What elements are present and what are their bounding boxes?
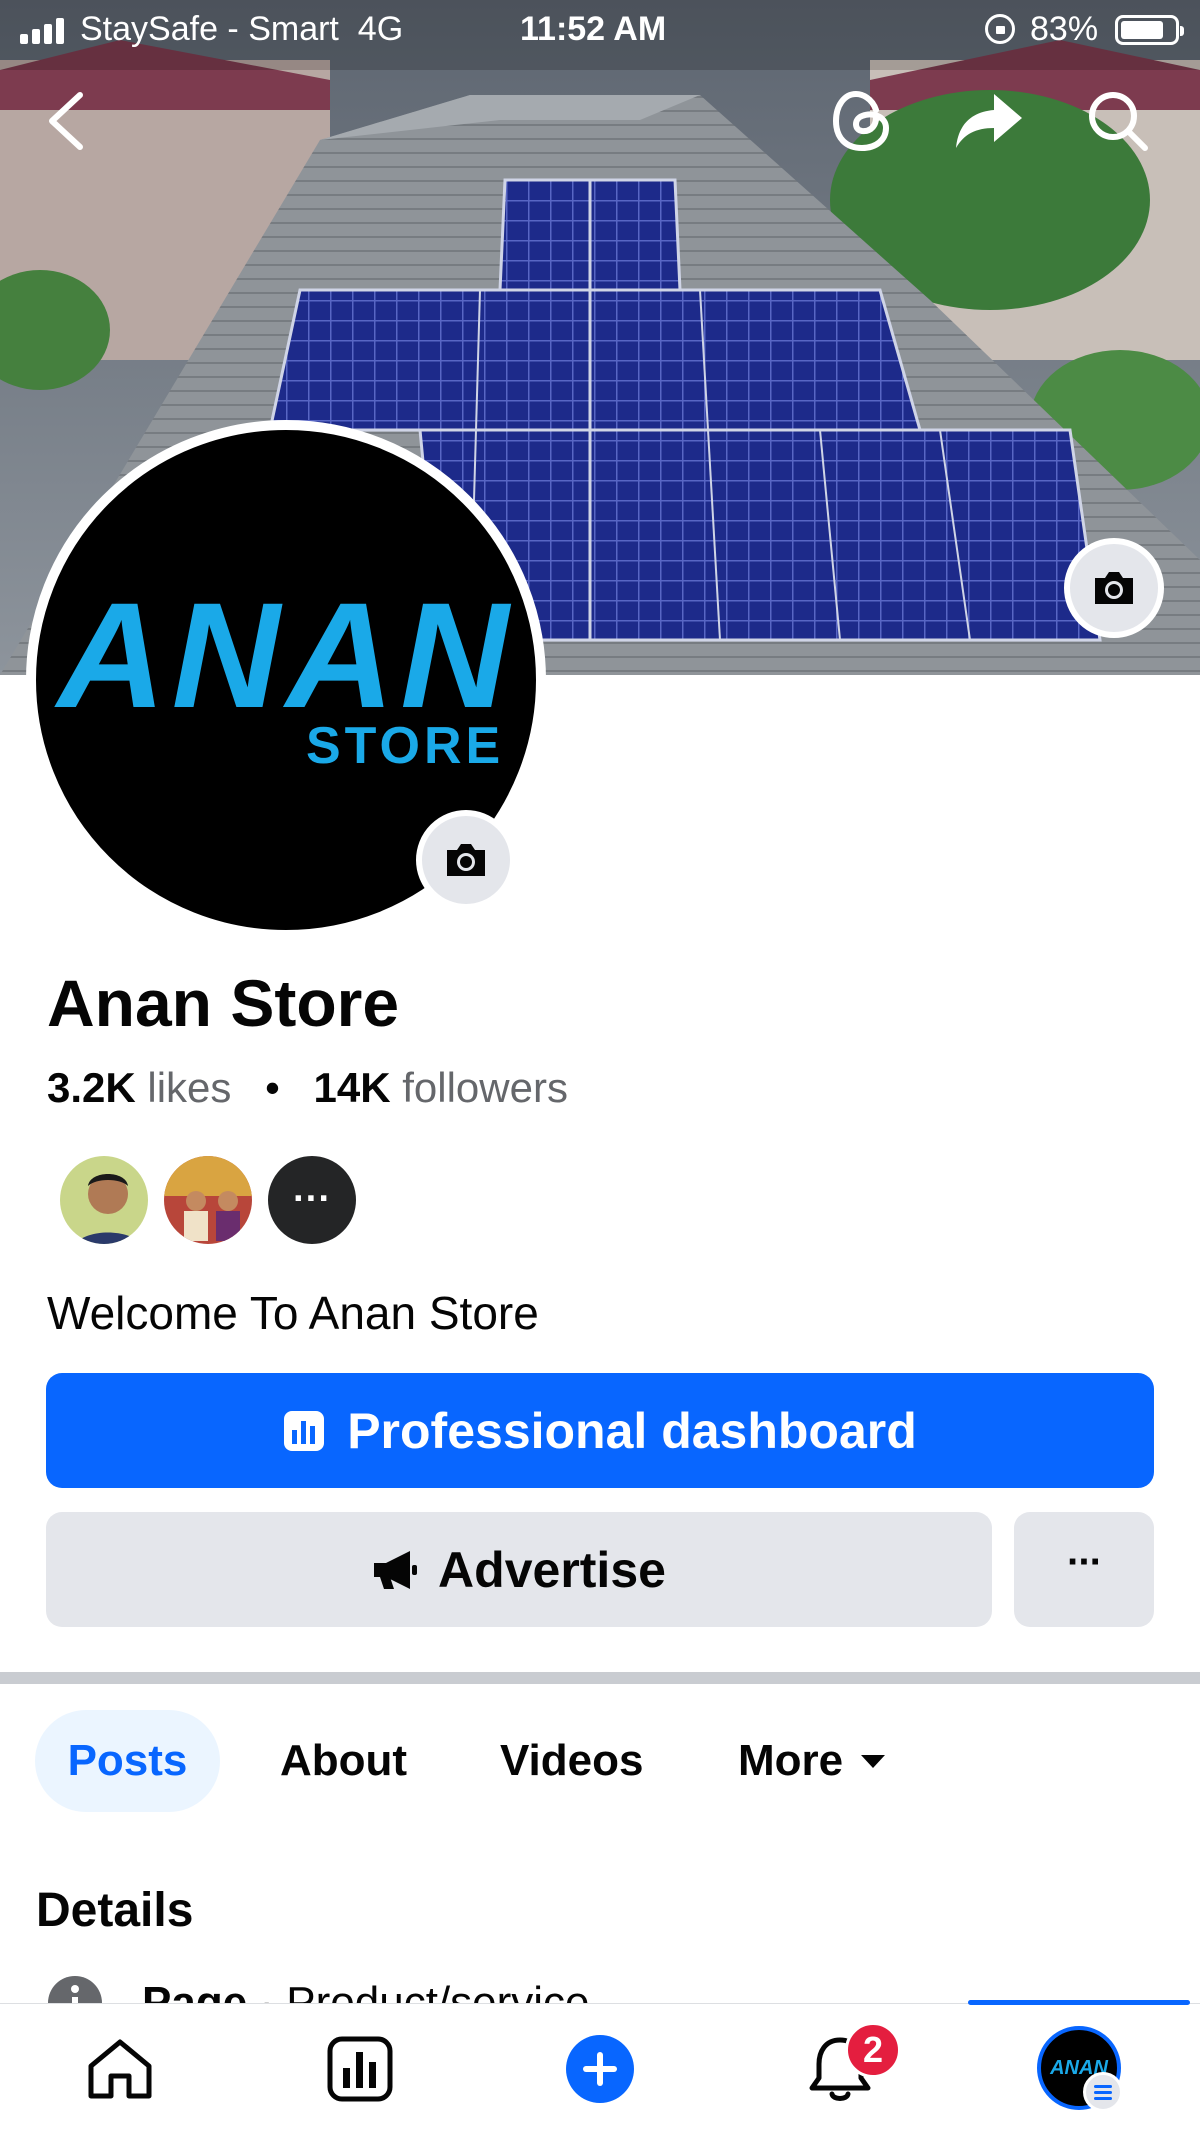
nav-home[interactable]: [50, 2004, 190, 2134]
tab-label: Posts: [67, 1736, 188, 1785]
more-options-button[interactable]: ···: [1014, 1512, 1154, 1627]
advertise-button[interactable]: Advertise: [46, 1512, 992, 1627]
logo-text: ANAN: [57, 571, 515, 739]
dashboard-icon: [284, 1410, 325, 1451]
person-photo: [60, 1156, 148, 1244]
signal-icon: [20, 18, 64, 44]
clock: 11:52 AM: [520, 10, 667, 48]
home-icon: [88, 2039, 152, 2099]
follower-avatar[interactable]: [56, 1152, 152, 1248]
search-icon: [1089, 92, 1148, 151]
group-photo: [164, 1156, 252, 1244]
more-followers-label: ···: [293, 1178, 331, 1220]
info-icon: [48, 1976, 102, 2005]
section-divider: [0, 1672, 1200, 1684]
edit-cover-button[interactable]: [1064, 538, 1164, 638]
edit-profile-picture-button[interactable]: [416, 810, 516, 910]
battery-icon: [1115, 15, 1184, 45]
rotation-lock-icon: [985, 14, 1015, 44]
tab-label: More: [738, 1736, 844, 1785]
tab-label: About: [280, 1736, 408, 1785]
threads-icon: [832, 90, 890, 152]
tab-more[interactable]: More: [738, 1710, 887, 1812]
bottom-navigation: 2: [0, 2000, 1200, 2134]
page-stats[interactable]: 3.2K likes • 14K followers: [47, 1067, 568, 1109]
camera-icon: [447, 844, 485, 876]
logo-subtext: STORE: [306, 717, 505, 775]
create-icon: [566, 2035, 634, 2103]
chevron-left-icon: [49, 92, 83, 150]
caret-down-icon: [861, 1755, 886, 1768]
carrier-label: StaySafe - Smart 4G: [80, 10, 404, 48]
followers-count: 14K: [313, 1064, 391, 1111]
tab-about[interactable]: About: [280, 1710, 407, 1812]
nav-dashboard[interactable]: [290, 2004, 430, 2134]
page-title: Anan Store: [47, 966, 400, 1040]
search-button[interactable]: [1082, 85, 1154, 157]
professional-dashboard-button[interactable]: Professional dashboard: [46, 1373, 1154, 1488]
menu-icon: [1083, 2072, 1123, 2112]
active-tab-indicator: [968, 2000, 1190, 2005]
details-row-label: Page: [142, 1978, 248, 2006]
page-bio: Welcome To Anan Store: [47, 1287, 539, 1339]
more-options-label: ···: [1067, 1540, 1103, 1584]
more-followers-button[interactable]: ···: [264, 1152, 360, 1248]
dashboard-icon: [327, 2036, 393, 2102]
megaphone-icon: [374, 1550, 418, 1589]
details-row-value: · Product/service: [259, 1978, 590, 2006]
nav-create[interactable]: [530, 2004, 670, 2134]
stats-separator: •: [265, 1064, 280, 1111]
dashboard-label: Professional dashboard: [347, 1402, 917, 1459]
share-button[interactable]: [953, 85, 1025, 157]
tab-videos[interactable]: Videos: [500, 1710, 643, 1812]
follower-avatar[interactable]: [160, 1152, 256, 1248]
threads-button[interactable]: [827, 85, 899, 157]
status-bar: StaySafe - Smart 4G 11:52 AM 83%: [0, 0, 1200, 60]
tab-posts[interactable]: Posts: [35, 1710, 220, 1812]
likes-count: 3.2K: [47, 1064, 136, 1111]
details-heading: Details: [36, 1884, 194, 1937]
tab-label: Videos: [500, 1736, 644, 1785]
battery-percent: 83%: [1030, 10, 1099, 48]
followers-label: followers: [402, 1064, 568, 1111]
camera-icon: [1095, 572, 1133, 604]
advertise-label: Advertise: [438, 1541, 666, 1598]
back-button[interactable]: [30, 85, 102, 157]
likes-label: likes: [147, 1064, 232, 1111]
share-icon: [956, 94, 1022, 148]
notification-badge: 2: [845, 2022, 901, 2078]
